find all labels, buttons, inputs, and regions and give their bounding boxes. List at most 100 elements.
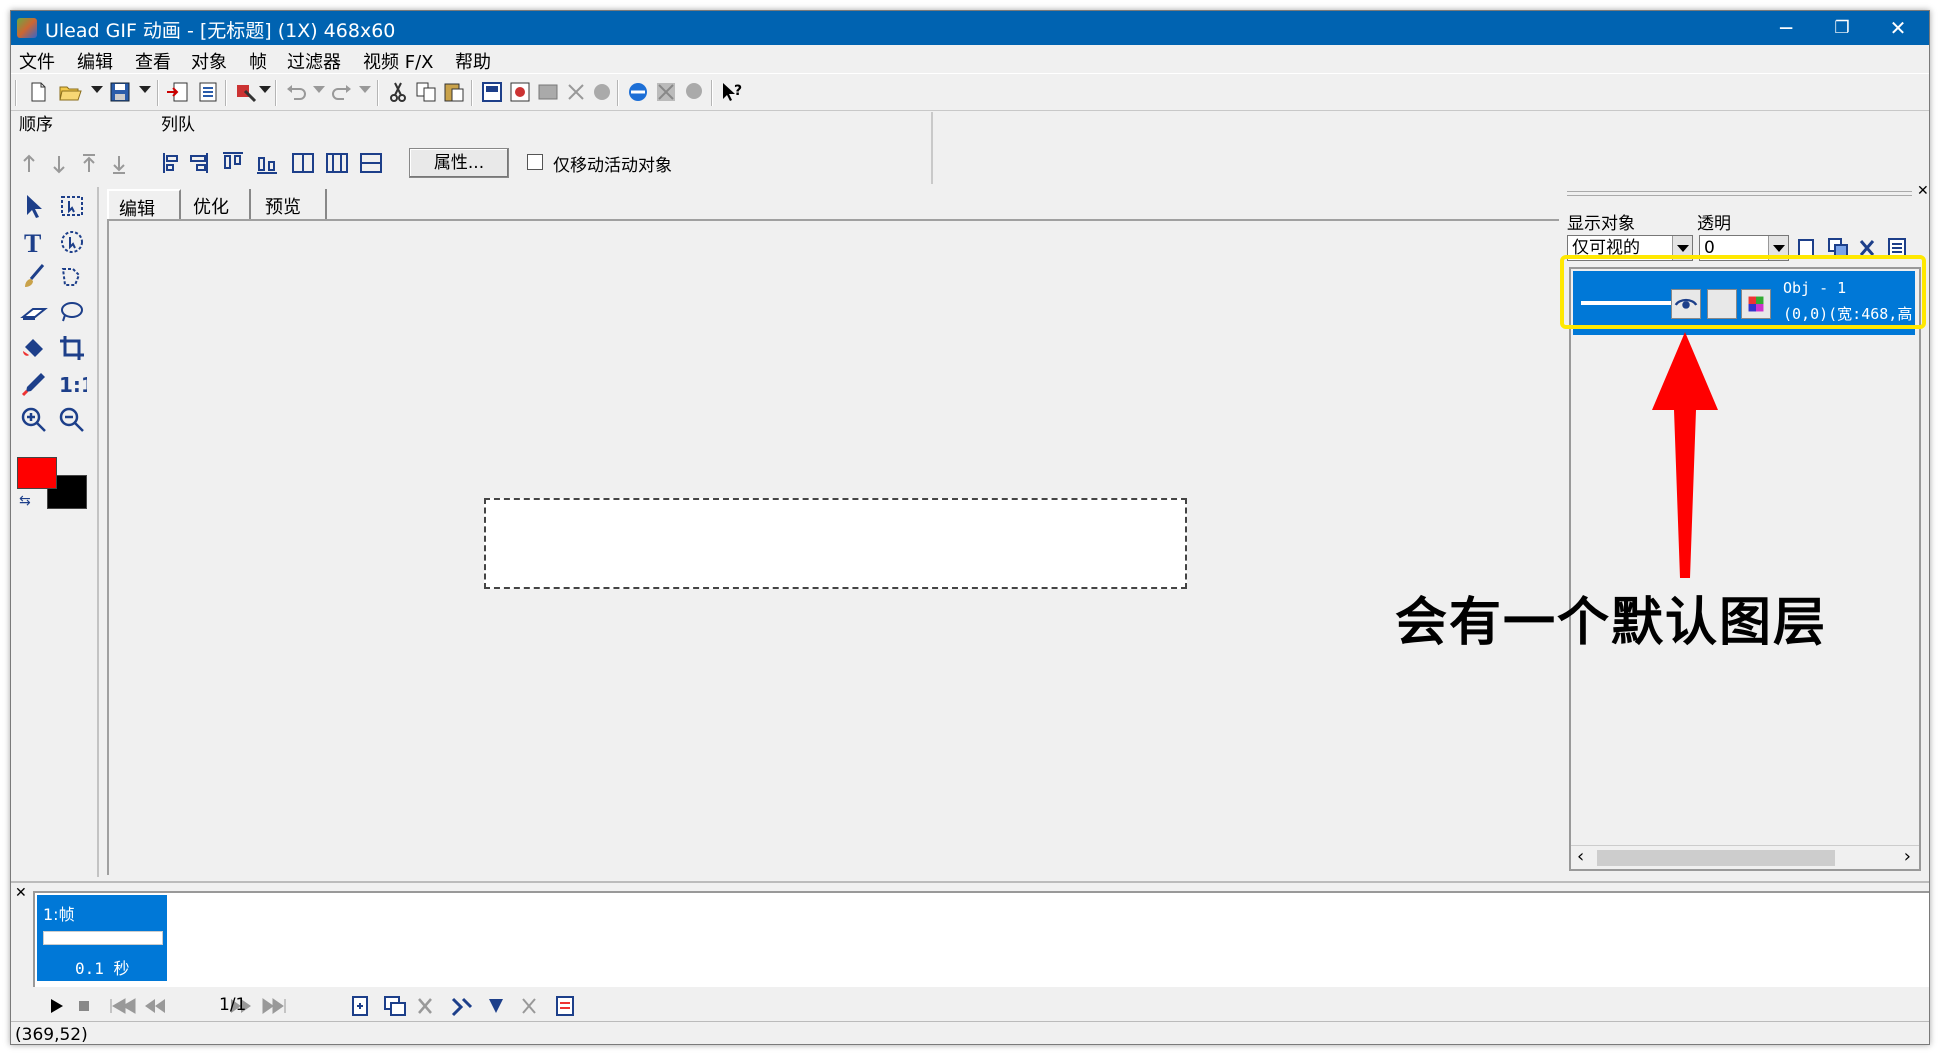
title-bar: Ulead GIF 动画 - [无标题] (1X) 468x60 ─ ❐ ✕ bbox=[11, 11, 1929, 45]
move-active-only-label: 仅移动活动对象 bbox=[553, 156, 672, 176]
scroll-left-icon[interactable]: ‹ bbox=[1577, 846, 1584, 867]
add-banner-icon[interactable] bbox=[535, 79, 561, 105]
copy-icon[interactable] bbox=[413, 79, 439, 105]
save-dropdown-icon[interactable] bbox=[139, 86, 151, 93]
cut-icon[interactable] bbox=[385, 79, 411, 105]
menu-view[interactable]: 查看 bbox=[135, 48, 171, 74]
frame-thumbnail bbox=[43, 931, 163, 945]
edit-with-icon[interactable] bbox=[233, 79, 259, 105]
redo-icon[interactable] bbox=[329, 79, 355, 105]
arrange-toolbar: 顺序 列队 属性... 仅移动活动对象 bbox=[11, 112, 933, 184]
undo-dropdown-icon[interactable] bbox=[313, 86, 325, 93]
cursor-coordinates: (369,52) bbox=[15, 1025, 88, 1045]
move-active-only-checkbox[interactable] bbox=[527, 154, 543, 170]
preview-browser-icon[interactable] bbox=[625, 79, 651, 105]
frame-panel-close-icon[interactable]: ✕ bbox=[15, 885, 27, 901]
menu-video-fx[interactable]: 视频 F/X bbox=[363, 48, 433, 74]
undo-icon[interactable] bbox=[283, 79, 309, 105]
opacity-label: 透明 bbox=[1697, 214, 1731, 234]
tab-optimize[interactable]: 优化 bbox=[183, 189, 251, 219]
edit-with-dropdown-icon[interactable] bbox=[259, 86, 271, 93]
main-toolbar: ? bbox=[11, 73, 1929, 111]
properties-button[interactable]: 属性... bbox=[409, 148, 509, 178]
magic-lasso-icon[interactable] bbox=[57, 297, 87, 327]
eraser-tool-icon[interactable] bbox=[19, 297, 49, 327]
new-file-icon[interactable] bbox=[25, 79, 51, 105]
status-bar: (369,52) bbox=[11, 1021, 1929, 1045]
svg-text:T: T bbox=[24, 229, 41, 257]
tools-palette: T 1:1 ⇆ bbox=[11, 187, 99, 877]
object-list-scrollbar[interactable]: ‹ › bbox=[1571, 845, 1919, 869]
menu-edit[interactable]: 编辑 bbox=[77, 48, 113, 74]
zoom-out-icon[interactable] bbox=[57, 405, 87, 435]
save-icon[interactable] bbox=[107, 79, 133, 105]
align-icons[interactable] bbox=[161, 150, 391, 176]
menu-filter[interactable]: 过滤器 bbox=[287, 48, 341, 74]
gif-canvas[interactable] bbox=[484, 498, 1187, 589]
object-list: Obj - 1 (0,0)(宽:468,高:6 ‹ › bbox=[1569, 267, 1921, 871]
pointer-tool-icon[interactable] bbox=[19, 191, 49, 221]
toolbar-separator bbox=[711, 80, 713, 106]
lasso-tool-icon[interactable] bbox=[57, 261, 87, 291]
export-icon[interactable] bbox=[195, 79, 221, 105]
redo-dropdown-icon[interactable] bbox=[359, 86, 371, 93]
scroll-right-icon[interactable]: › bbox=[1904, 846, 1911, 867]
zoom-in-icon[interactable] bbox=[19, 405, 49, 435]
foreground-color-swatch[interactable] bbox=[17, 457, 57, 489]
actual-size-icon[interactable]: 1:1 bbox=[57, 369, 95, 399]
annotation-arrow-icon bbox=[1652, 332, 1718, 578]
tab-preview[interactable]: 预览 bbox=[255, 189, 327, 219]
toolbar-separator bbox=[275, 80, 277, 106]
open-dropdown-icon[interactable] bbox=[91, 86, 103, 93]
marquee-tool-icon[interactable] bbox=[57, 191, 87, 221]
menu-object[interactable]: 对象 bbox=[191, 48, 227, 74]
close-button[interactable]: ✕ bbox=[1863, 11, 1929, 45]
crop-tool-icon[interactable] bbox=[57, 333, 87, 363]
frame-label: 1:帧 bbox=[43, 905, 75, 924]
app-icon bbox=[17, 18, 37, 38]
wizard-icon[interactable] bbox=[681, 79, 707, 105]
frame-counter: 1/1 bbox=[219, 995, 247, 1015]
tween-icon[interactable] bbox=[589, 79, 615, 105]
open-folder-icon[interactable] bbox=[57, 79, 83, 105]
paste-icon[interactable] bbox=[441, 79, 467, 105]
window-title: Ulead GIF 动画 - [无标题] (1X) 468x60 bbox=[45, 20, 396, 42]
layer-highlight-box bbox=[1560, 255, 1926, 329]
panel-grip[interactable] bbox=[1567, 191, 1912, 196]
scroll-thumb[interactable] bbox=[1597, 850, 1835, 866]
frame-delay[interactable]: 0.1 秒 bbox=[75, 955, 130, 979]
text-tool-icon[interactable]: T bbox=[19, 227, 49, 258]
swap-colors-icon[interactable]: ⇆ bbox=[19, 493, 31, 509]
frame-list: 1:帧 0.1 秒 bbox=[33, 891, 1929, 987]
toolbar-separator bbox=[377, 80, 379, 106]
svg-text:1:1: 1:1 bbox=[59, 373, 87, 397]
eyedropper-icon[interactable] bbox=[19, 369, 49, 399]
add-image-icon[interactable] bbox=[507, 79, 533, 105]
tab-edit[interactable]: 编辑 bbox=[107, 189, 181, 220]
menu-frame[interactable]: 帧 bbox=[249, 48, 267, 74]
show-objects-label: 显示对象 bbox=[1567, 214, 1635, 234]
frame-panel: ✕ 1:帧 0.1 秒 1/1 bbox=[11, 881, 1929, 1021]
import-icon[interactable] bbox=[165, 79, 191, 105]
queue-label: 列队 bbox=[161, 115, 195, 135]
order-label: 顺序 bbox=[19, 115, 53, 135]
delete-frame-icon[interactable] bbox=[563, 79, 589, 105]
ellipse-marquee-icon[interactable] bbox=[57, 227, 87, 257]
order-arrows-icon[interactable] bbox=[21, 152, 131, 176]
menu-file[interactable]: 文件 bbox=[19, 48, 55, 74]
brush-tool-icon[interactable] bbox=[19, 261, 49, 291]
panel-close-icon[interactable]: ✕ bbox=[1917, 183, 1929, 199]
context-help-icon[interactable]: ? bbox=[719, 79, 745, 105]
annotation-text: 会有一个默认图层 bbox=[1395, 593, 1828, 653]
menu-bar: 文件 编辑 查看 对象 帧 过滤器 视频 F/X 帮助 bbox=[11, 45, 1929, 74]
fill-tool-icon[interactable] bbox=[19, 333, 49, 363]
toolbar-separator bbox=[617, 80, 619, 106]
frame-item[interactable]: 1:帧 0.1 秒 bbox=[37, 895, 167, 981]
toolbar-separator bbox=[15, 80, 17, 106]
frame-action-icons[interactable] bbox=[349, 993, 629, 1019]
frame-properties-icon[interactable] bbox=[479, 79, 505, 105]
playback-controls[interactable] bbox=[41, 993, 301, 1019]
toolbar-separator bbox=[225, 80, 227, 106]
menu-help[interactable]: 帮助 bbox=[455, 48, 491, 74]
optimize-icon[interactable] bbox=[653, 79, 679, 105]
